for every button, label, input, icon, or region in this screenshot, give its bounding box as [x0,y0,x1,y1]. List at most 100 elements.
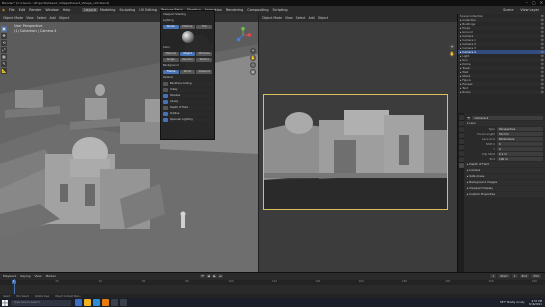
properties-section-header[interactable]: ▸ Viewport Display [465,186,545,191]
weather-widget[interactable]: 58°F Mostly cloudy [500,301,525,304]
object-name-field[interactable]: Camera.4 [472,115,543,120]
checkbox-icon[interactable] [163,117,168,122]
constraints-tab-icon[interactable] [458,157,464,162]
property-value-field[interactable]: Perspective [497,126,543,131]
view-menu[interactable]: View [26,16,34,20]
render-tab-icon[interactable] [458,121,464,126]
grid-icon[interactable]: ▦ [250,69,256,75]
mode-selector[interactable]: Object Mode [262,16,282,20]
playback-menu[interactable]: Playback [3,274,16,278]
pan-hand-icon[interactable]: ✋ [449,51,455,57]
rotate-tool-icon[interactable]: ⟲ [1,40,7,46]
outliner-item[interactable]: ▸ Rocks 👁 [458,90,545,94]
visibility-eye-icon[interactable]: 👁 [540,90,544,94]
scene-tab-icon[interactable] [458,139,464,144]
blender-app-icon[interactable] [102,299,109,306]
checkbox-icon[interactable] [163,87,168,92]
color-random-button[interactable]: Random [179,57,196,62]
world-tab-icon[interactable] [458,145,464,150]
end-frame-field[interactable]: 250 [531,274,541,278]
left-3d-viewport[interactable]: Object Mode View Select Add Object User … [0,14,258,272]
tab-sculpting[interactable]: Sculpting [117,8,137,12]
checkbox-icon[interactable] [163,111,168,116]
tool-tab-icon[interactable] [458,115,464,120]
current-frame-field[interactable]: 1 [490,274,497,278]
view-layer-tab-icon[interactable] [458,133,464,138]
option-shadow[interactable]: Shadow [169,93,212,98]
view-layer-selector[interactable]: View Layer [518,8,541,12]
color-material-button[interactable]: Material [163,51,179,56]
pan-hand-icon[interactable]: ✋ [250,55,256,61]
lighting-matcap-button[interactable]: MatCap [179,24,196,29]
option-outline[interactable]: Outline [169,111,212,116]
background-viewport-button[interactable]: Viewport [196,69,213,74]
property-value-field[interactable]: 100 m [497,156,543,161]
option-x-ray[interactable]: X-Ray [169,87,212,92]
start-frame-field[interactable]: 1 [511,274,518,278]
color-texture-button[interactable]: Texture [196,57,213,62]
camera-view-icon[interactable]: ◎ [250,62,256,68]
select-menu[interactable]: Select [37,16,47,20]
option-backface-culling[interactable]: Backface Culling [169,81,212,86]
navigation-gizmo-icon[interactable] [234,26,252,44]
color-attribute-button[interactable]: Attribute [196,51,213,56]
background-world-button[interactable]: World [179,69,196,74]
blender-logo-icon[interactable]: ◉ [0,8,7,12]
tab-layout[interactable]: Layout [82,8,98,12]
property-value-field[interactable]: 50 mm [497,131,543,136]
properties-section-header[interactable]: ▸ Background Images [465,180,545,185]
task-view-icon[interactable] [75,299,82,306]
object-menu[interactable]: Object [318,16,328,20]
menu-file[interactable]: File [7,8,17,12]
color-single-button[interactable]: Single [163,57,179,62]
jump-start-icon[interactable]: ⏮ [199,274,205,278]
add-menu[interactable]: Add [309,16,315,20]
tab-rendering[interactable]: Rendering [224,8,245,12]
tab-compositing[interactable]: Compositing [245,8,270,12]
select-box-tool-icon[interactable]: ▣ [1,26,7,32]
play-icon[interactable]: ▶ [211,274,217,278]
properties-section-header[interactable]: ▸ Custom Properties [465,192,545,197]
object-tab-icon[interactable] [458,151,464,156]
taskbar-app-icon[interactable] [111,299,118,306]
option-depth-of-field[interactable]: Depth of Field [169,105,212,110]
scale-tool-icon[interactable]: ⤢ [1,47,7,53]
lighting-studio-button[interactable]: Studio [163,24,179,29]
taskbar-app-icon[interactable] [120,299,127,306]
lighting-flat-button[interactable]: Flat [196,24,213,29]
timeline-ruler[interactable]: 020406080100120140160180200220240 [0,280,545,285]
menu-render[interactable]: Render [27,8,43,12]
property-value-field[interactable]: 0 [497,146,543,151]
property-value-field[interactable]: 0 [497,141,543,146]
object-menu[interactable]: Object [59,16,69,20]
background-theme-button[interactable]: Theme [163,69,179,74]
annotate-tool-icon[interactable]: ✎ [1,61,7,67]
tab-uv-editing[interactable]: UV Editing [137,8,159,12]
properties-section-header[interactable]: ▸ Safe Areas [465,174,545,179]
option-specular-lighting[interactable]: Specular Lighting [169,117,212,122]
checkbox-icon[interactable] [163,99,168,104]
property-value-field[interactable]: 0.1 m [497,151,543,156]
transform-tool-icon[interactable]: ▦ [1,54,7,60]
keying-menu[interactable]: Keying [20,274,30,278]
mode-selector[interactable]: Object Mode [3,16,23,20]
windows-start-icon[interactable] [0,298,9,307]
measure-tool-icon[interactable]: 📐 [1,68,7,74]
menu-edit[interactable]: Edit [17,8,28,12]
scene-selector[interactable]: Scene [501,8,515,12]
menu-help[interactable]: Help [61,8,73,12]
option-cavity[interactable]: Cavity [169,99,212,104]
zoom-icon[interactable]: + [449,44,455,50]
checkbox-icon[interactable] [163,105,168,110]
file-explorer-icon[interactable] [84,299,91,306]
marker-menu[interactable]: Marker [46,274,56,278]
clock[interactable]: 4:57 PM 3/16/2021 [529,300,542,306]
color-object-button[interactable]: Object [179,51,196,56]
properties-section-header[interactable]: ▸ Camera [465,168,545,173]
output-tab-icon[interactable] [458,127,464,132]
right-3d-viewport[interactable]: Object Mode View Select Add Object + ✋ [258,14,457,272]
matcap-sphere-preview[interactable] [181,30,195,44]
camera-data-tab-icon[interactable] [458,163,464,168]
play-reverse-icon[interactable]: ◀ [205,274,211,278]
edge-browser-icon[interactable] [93,299,100,306]
